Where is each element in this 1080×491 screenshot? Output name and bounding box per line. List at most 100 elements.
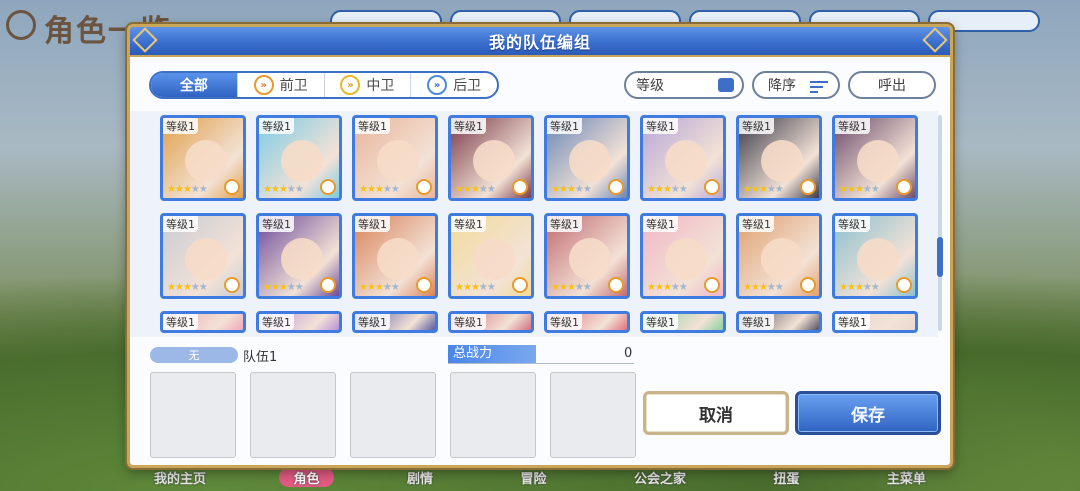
character-card[interactable]: 等级1 ★★★★★ [352,115,438,201]
bottom-nav-item[interactable]: 扭蛋 [759,468,813,487]
character-portrait [857,140,899,182]
character-level: 等级1 [643,216,678,232]
team-name: 队伍1 [243,350,278,365]
scrollbar-thumb[interactable] [937,237,943,277]
star-icon: ★ [270,282,280,293]
character-card[interactable]: 等级1 ★★★★★ [160,213,246,299]
dialog-title: 我的队伍编组 [488,33,591,52]
character-card[interactable]: 等级1 [736,311,822,333]
bottom-nav-item[interactable]: 主菜单 [873,468,940,487]
character-card[interactable]: 等级1 [448,311,534,333]
character-card[interactable]: 等级1 ★★★★★ [256,115,342,201]
team-slot-4[interactable] [450,372,536,458]
sort-by-button[interactable]: 等级 [624,71,744,99]
star-icon: ★ [839,282,848,293]
character-card[interactable]: 等级1 ★★★★★ [448,115,534,201]
star-icon: ★ [766,184,776,195]
character-portrait [569,238,611,280]
star-icon: ★ [470,282,480,293]
star-rating: ★★★★★ [167,282,208,293]
descending-icon [810,81,828,96]
character-level: 等级1 [163,118,198,134]
bottom-nav-item[interactable]: 冒险 [506,468,560,487]
position-icon [224,179,240,195]
character-card[interactable]: 等级1 ★★★★★ [352,213,438,299]
character-card[interactable]: 等级1 ★★★★★ [544,213,630,299]
star-rating: ★★★★★ [647,282,688,293]
character-card[interactable]: 等级1 ★★★★★ [640,213,726,299]
character-card[interactable]: 等级1 [160,311,246,333]
character-card[interactable]: 等级1 [256,311,342,333]
dialog-header: 我的队伍编组 [130,27,950,57]
star-rating: ★★★★★ [743,184,784,195]
team-slot-3[interactable] [350,372,436,458]
character-card[interactable]: 等级1 [544,311,630,333]
call-button[interactable]: 呼出 [848,71,936,99]
star-icon: ★ [455,184,464,195]
tab-label: 后卫 [453,78,482,94]
cancel-button[interactable]: 取消 [643,391,789,435]
character-list[interactable]: 等级1 ★★★★★ 等级1 ★★★★★ 等级1 ★★★★★ 等级1 ★★★★★ 等级1 ★★★★★… [130,111,938,337]
tab-back-guard[interactable]: » 后卫 [411,73,497,97]
back-icon[interactable] [6,10,36,40]
bottom-nav-item[interactable]: 角色 [279,467,334,487]
character-list-scrollbar[interactable] [937,115,943,331]
character-card[interactable]: 等级1 [832,311,918,333]
character-card[interactable]: 等级1 ★★★★★ [640,115,726,201]
star-rating: ★★★★★ [455,282,496,293]
character-card[interactable]: 等级1 ★★★★★ [736,213,822,299]
star-icon: ★ [678,282,688,293]
front-guard-icon: » [253,75,274,95]
character-card[interactable]: 等级1 ★★★★★ [832,213,918,299]
star-icon: ★ [462,184,472,195]
star-icon: ★ [774,282,784,293]
position-icon [896,179,912,195]
star-icon: ★ [286,282,296,293]
character-card[interactable]: 等级1 ★★★★★ [160,115,246,201]
character-portrait [185,140,227,182]
sort-order-button[interactable]: 降序 [752,71,840,99]
team-slot-5[interactable] [550,372,636,458]
star-rating: ★★★★★ [263,282,304,293]
character-card[interactable]: 等级1 ★★★★★ [736,115,822,201]
star-rating: ★★★★★ [839,184,880,195]
star-icon: ★ [294,184,304,195]
character-card[interactable]: 等级1 ★★★★★ [448,213,534,299]
sort-toggle-icon [718,78,734,92]
position-icon [704,277,720,293]
character-card[interactable]: 等级1 ★★★★★ [832,115,918,201]
tab-all[interactable]: 全部 [151,73,238,97]
character-card[interactable]: 等级1 [352,311,438,333]
team-slot-2[interactable] [250,372,336,458]
character-level: 等级1 [163,314,198,330]
character-level: 等级1 [739,216,774,232]
star-icon: ★ [263,282,272,293]
divider [448,363,634,364]
character-level: 等级1 [835,216,870,232]
character-level: 等级1 [355,118,390,134]
character-level: 等级1 [451,118,486,134]
star-icon: ★ [198,184,208,195]
star-icon: ★ [190,184,200,195]
bottom-nav-item[interactable]: 公会之家 [620,468,700,487]
star-icon: ★ [558,282,568,293]
star-icon: ★ [182,282,192,293]
character-card[interactable]: 等级1 [640,311,726,333]
bottom-nav-item[interactable]: 我的主页 [140,468,220,487]
star-icon: ★ [566,282,576,293]
tab-middle-guard[interactable]: » 中卫 [325,73,412,97]
character-level: 等级1 [259,216,294,232]
save-button[interactable]: 保存 [795,391,941,435]
star-icon: ★ [574,184,584,195]
bottom-nav-item[interactable]: 剧情 [393,468,447,487]
character-card[interactable]: 等级1 ★★★★★ [256,213,342,299]
team-slot-1[interactable] [150,372,236,458]
character-card[interactable]: 等级1 ★★★★★ [544,115,630,201]
star-icon: ★ [846,184,856,195]
star-icon: ★ [582,184,592,195]
character-level: 等级1 [547,216,582,232]
character-level: 等级1 [643,314,678,330]
tab-front-guard[interactable]: » 前卫 [238,73,325,97]
position-filter-tabs: 全部 » 前卫 » 中卫 » 后卫 [149,71,499,99]
position-icon [800,179,816,195]
